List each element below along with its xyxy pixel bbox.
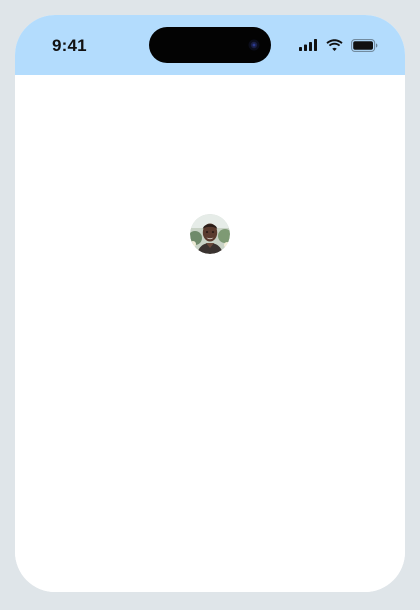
user-avatar-photo [190,214,230,254]
wifi-icon [326,39,343,51]
main-content [15,75,405,592]
status-bar: 9:41 [15,15,405,75]
battery-icon [351,38,378,52]
dynamic-island [149,27,271,63]
avatar[interactable] [190,214,230,254]
cellular-signal-icon [299,39,317,51]
phone-frame: 9:41 [15,15,405,592]
front-camera-icon [248,39,260,51]
status-time: 9:41 [52,36,87,55]
status-icons [299,37,378,53]
